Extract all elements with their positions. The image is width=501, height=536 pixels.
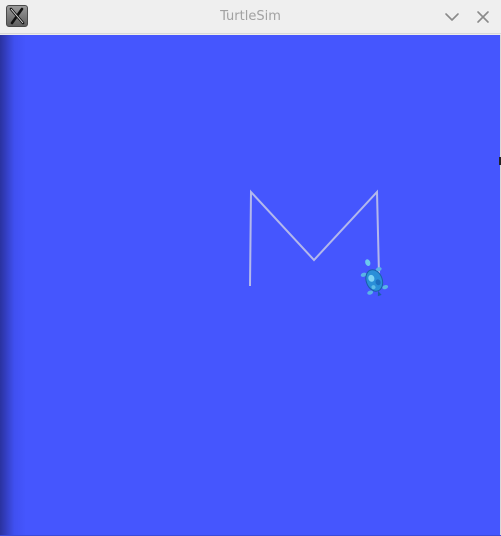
turtle-path-m <box>249 189 380 287</box>
close-icon <box>477 11 489 23</box>
turtlesim-window: TurtleSim <box>0 0 501 536</box>
minimize-button[interactable] <box>441 6 463 28</box>
close-button[interactable] <box>472 6 494 28</box>
turtle-canvas <box>0 35 500 535</box>
turtle-drawing <box>249 189 390 300</box>
window-title: TurtleSim <box>220 9 281 24</box>
x-window-icon[interactable] <box>6 5 28 27</box>
turtle-icon[interactable] <box>356 256 390 300</box>
chevron-down-icon <box>445 13 459 21</box>
title-bar[interactable]: TurtleSim <box>0 0 501 34</box>
